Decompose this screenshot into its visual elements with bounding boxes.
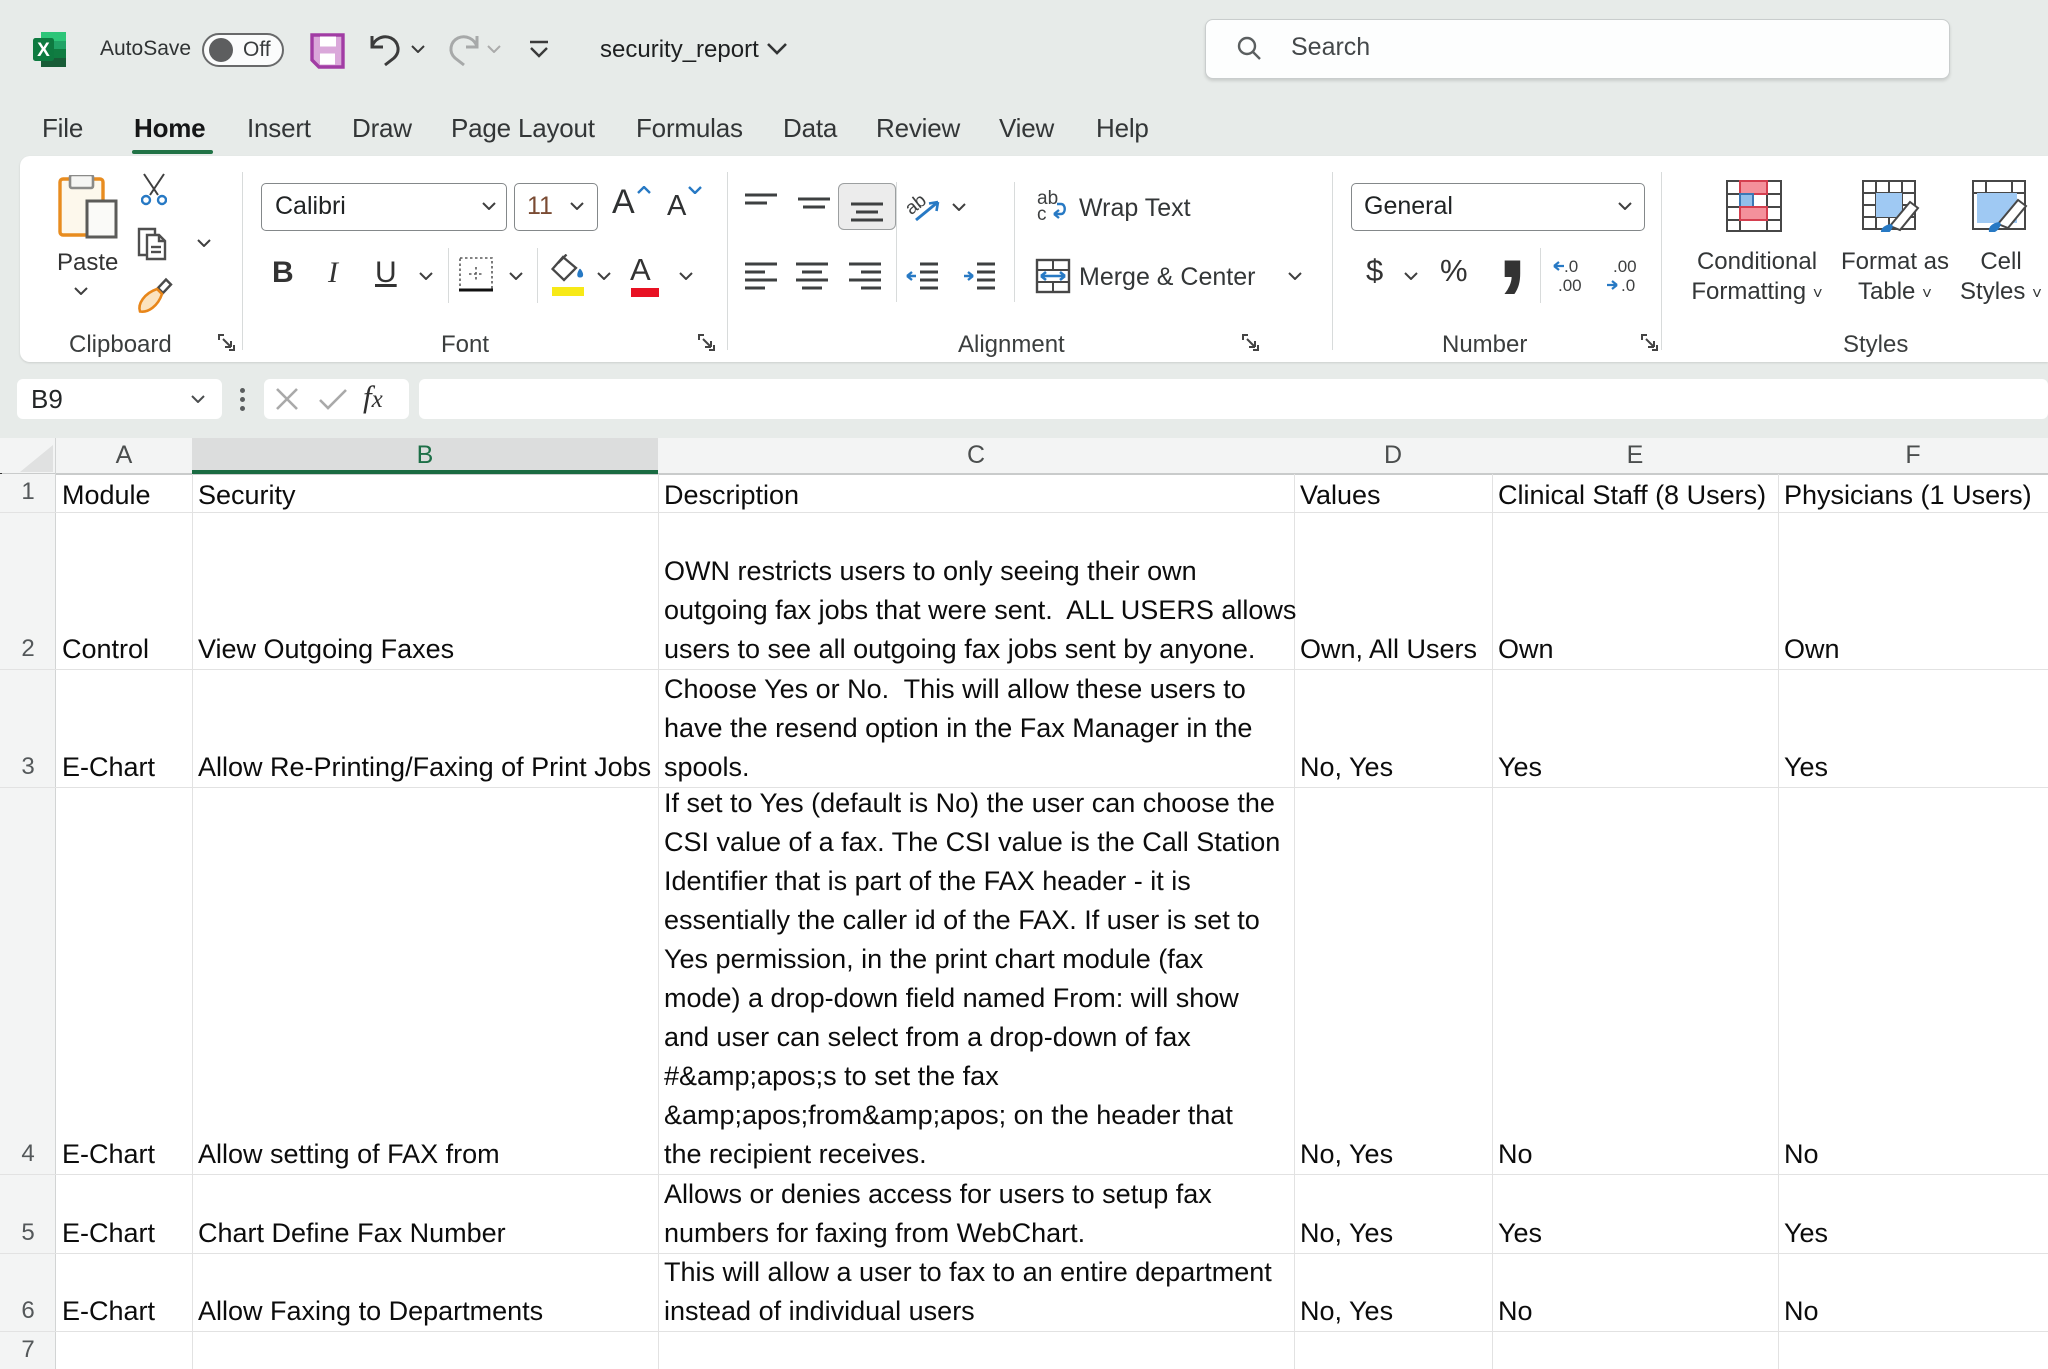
svg-text:c: c — [1037, 204, 1047, 225]
svg-text:.00: .00 — [1558, 276, 1582, 294]
svg-text:.0: .0 — [1564, 258, 1578, 276]
svg-text:.00: .00 — [1613, 258, 1637, 276]
svg-text:ab: ab — [906, 190, 931, 220]
svg-text:.0: .0 — [1621, 276, 1635, 294]
